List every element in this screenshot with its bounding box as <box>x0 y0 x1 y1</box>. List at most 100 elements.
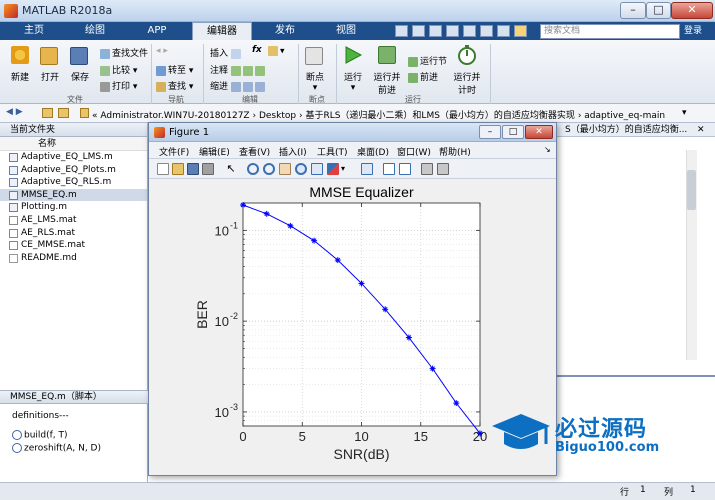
close-button[interactable]: ✕ <box>671 2 713 19</box>
copy-quick-icon[interactable] <box>429 25 442 37</box>
new-figure-icon[interactable] <box>157 163 169 175</box>
login-button[interactable]: 登录 <box>684 23 702 40</box>
back-forward-buttons[interactable]: ◂ ▸ <box>156 46 168 56</box>
breakpoints-button[interactable]: 断点 ▾ <box>300 70 330 93</box>
run-play-icon[interactable] <box>343 45 363 65</box>
menu-edit[interactable]: 编辑(E) <box>199 145 230 158</box>
column-header-name[interactable]: 名称 <box>0 137 147 151</box>
file-row[interactable]: CE_MMSE.mat <box>0 239 147 252</box>
tab-apps[interactable]: APP <box>130 22 184 40</box>
figure-maximize-button[interactable]: □ <box>502 125 524 139</box>
menu-dock-arrow[interactable]: ↘ <box>544 145 551 154</box>
run-and-time-button[interactable]: 运行并 计时 <box>450 70 484 96</box>
breadcrumb-item[interactable]: adaptive_eq-main <box>584 111 665 121</box>
advance-button[interactable]: 前进 <box>408 70 438 83</box>
colorbar-icon[interactable] <box>383 163 395 175</box>
pan-hand-icon[interactable] <box>279 163 291 175</box>
new-icon[interactable] <box>11 46 29 64</box>
scrollbar-thumb[interactable] <box>687 170 696 210</box>
tab-editor[interactable]: 编辑器 <box>192 22 252 40</box>
editor-tab-strip[interactable]: S（最小均方）的自适应均衡... <box>557 123 715 137</box>
menu-file[interactable]: 文件(F) <box>159 145 189 158</box>
link-plot-icon[interactable] <box>361 163 373 175</box>
cut-quick-icon[interactable] <box>412 25 425 37</box>
file-row[interactable]: AE_LMS.mat <box>0 214 147 227</box>
file-row[interactable]: README.md <box>0 252 147 265</box>
open-file-icon[interactable] <box>172 163 184 175</box>
run-advance-icon[interactable] <box>378 46 396 64</box>
figure-close-button[interactable]: ✕ <box>525 125 553 139</box>
run-advance-button[interactable]: 运行并 前进 <box>370 70 404 96</box>
menu-help[interactable]: 帮助(H) <box>439 145 471 158</box>
path-dropdown-arrow[interactable]: ▾ <box>682 108 687 118</box>
tab-publish[interactable]: 发布 <box>258 22 312 40</box>
file-row[interactable]: Adaptive_EQ_LMS.m <box>0 151 147 164</box>
print-button[interactable]: 打印 ▾ <box>100 79 137 92</box>
breadcrumb-item[interactable]: Administrator.WIN7U-20180127Z <box>100 111 249 121</box>
brush-icon[interactable] <box>327 163 339 175</box>
rotate-3d-icon[interactable] <box>295 163 307 175</box>
indent-button[interactable]: 缩进 <box>210 79 267 92</box>
run-section-icon <box>408 56 418 67</box>
breadcrumb-item[interactable]: Desktop <box>259 111 296 121</box>
fx-dropdown[interactable]: ▾ <box>268 46 285 57</box>
pointer-icon[interactable]: ↖ <box>225 163 237 175</box>
zoom-in-icon[interactable] <box>247 163 259 175</box>
brush-dropdown-icon[interactable]: ▾ <box>341 163 353 175</box>
compare-button[interactable]: 比较 ▾ <box>100 63 137 76</box>
help-quick-icon[interactable] <box>514 25 527 37</box>
tab-view[interactable]: 视图 <box>318 22 374 40</box>
data-cursor-icon[interactable] <box>311 163 323 175</box>
menu-insert[interactable]: 插入(I) <box>279 145 307 158</box>
find-button[interactable]: 查找 ▾ <box>156 79 193 92</box>
menu-view[interactable]: 查看(V) <box>239 145 270 158</box>
minimize-button[interactable]: – <box>620 2 646 19</box>
run-button[interactable]: 运行 ▾ <box>338 70 368 93</box>
switch-window-icon[interactable] <box>497 25 510 37</box>
maximize-button[interactable]: □ <box>646 2 671 19</box>
figure-minimize-button[interactable]: – <box>479 125 501 139</box>
comment-button[interactable]: 注释 <box>210 63 267 76</box>
up-folder-icon[interactable] <box>42 108 53 118</box>
goto-button[interactable]: 转至 ▾ <box>156 63 193 76</box>
breakpoints-icon[interactable] <box>305 47 323 65</box>
undo-quick-icon[interactable] <box>463 25 476 37</box>
save-disk-icon[interactable] <box>70 47 88 65</box>
show-plot-tools-icon[interactable] <box>437 163 449 175</box>
find-files-button[interactable]: 查找文件 <box>100 46 148 59</box>
file-row[interactable]: Plotting.m <box>0 201 147 214</box>
run-time-stopwatch-icon[interactable] <box>457 44 477 66</box>
hide-plot-tools-icon[interactable] <box>421 163 433 175</box>
tab-plots[interactable]: 绘图 <box>66 22 124 40</box>
legend-icon[interactable] <box>399 163 411 175</box>
save-quick-icon[interactable] <box>395 25 408 37</box>
save-button[interactable]: 保存 <box>66 70 94 83</box>
file-row[interactable]: Adaptive_EQ_Plots.m <box>0 164 147 177</box>
menu-tools[interactable]: 工具(T) <box>317 145 348 158</box>
zoom-out-icon[interactable] <box>263 163 275 175</box>
function-item[interactable]: zeroshift(A, N, D) <box>12 443 101 454</box>
open-folder-icon[interactable] <box>40 47 58 65</box>
function-item[interactable]: build(f, T) <box>12 430 68 441</box>
redo-quick-icon[interactable] <box>480 25 493 37</box>
menu-desktop[interactable]: 桌面(D) <box>357 145 389 158</box>
nav-back-forward-icon[interactable]: ◀ ▶ <box>6 107 23 117</box>
m-file-icon <box>9 153 18 162</box>
browse-folder-icon[interactable] <box>58 108 69 118</box>
fx-button[interactable]: fx <box>252 45 262 55</box>
save-figure-icon[interactable] <box>187 163 199 175</box>
new-button[interactable]: 新建 <box>6 70 34 83</box>
paste-quick-icon[interactable] <box>446 25 459 37</box>
run-section-button[interactable]: 运行节 <box>408 54 447 67</box>
file-row[interactable]: AE_RLS.mat <box>0 227 147 240</box>
editor-close-icon[interactable]: ✕ <box>697 125 705 135</box>
file-row[interactable]: MMSE_EQ.m <box>0 188 147 202</box>
search-docs-input[interactable]: 搜索文档 <box>540 24 680 39</box>
insert-button[interactable]: 插入 <box>210 46 243 59</box>
open-button[interactable]: 打开 <box>36 70 64 83</box>
print-figure-icon[interactable] <box>202 163 214 175</box>
menu-window[interactable]: 窗口(W) <box>397 145 431 158</box>
file-row[interactable]: Adaptive_EQ_RLS.m <box>0 176 147 189</box>
tab-home[interactable]: 主页 <box>8 22 60 40</box>
breadcrumb-item[interactable]: 基于RLS（递归最小二乘）和LMS（最小均方）的自适应均衡器实现 <box>305 111 574 121</box>
